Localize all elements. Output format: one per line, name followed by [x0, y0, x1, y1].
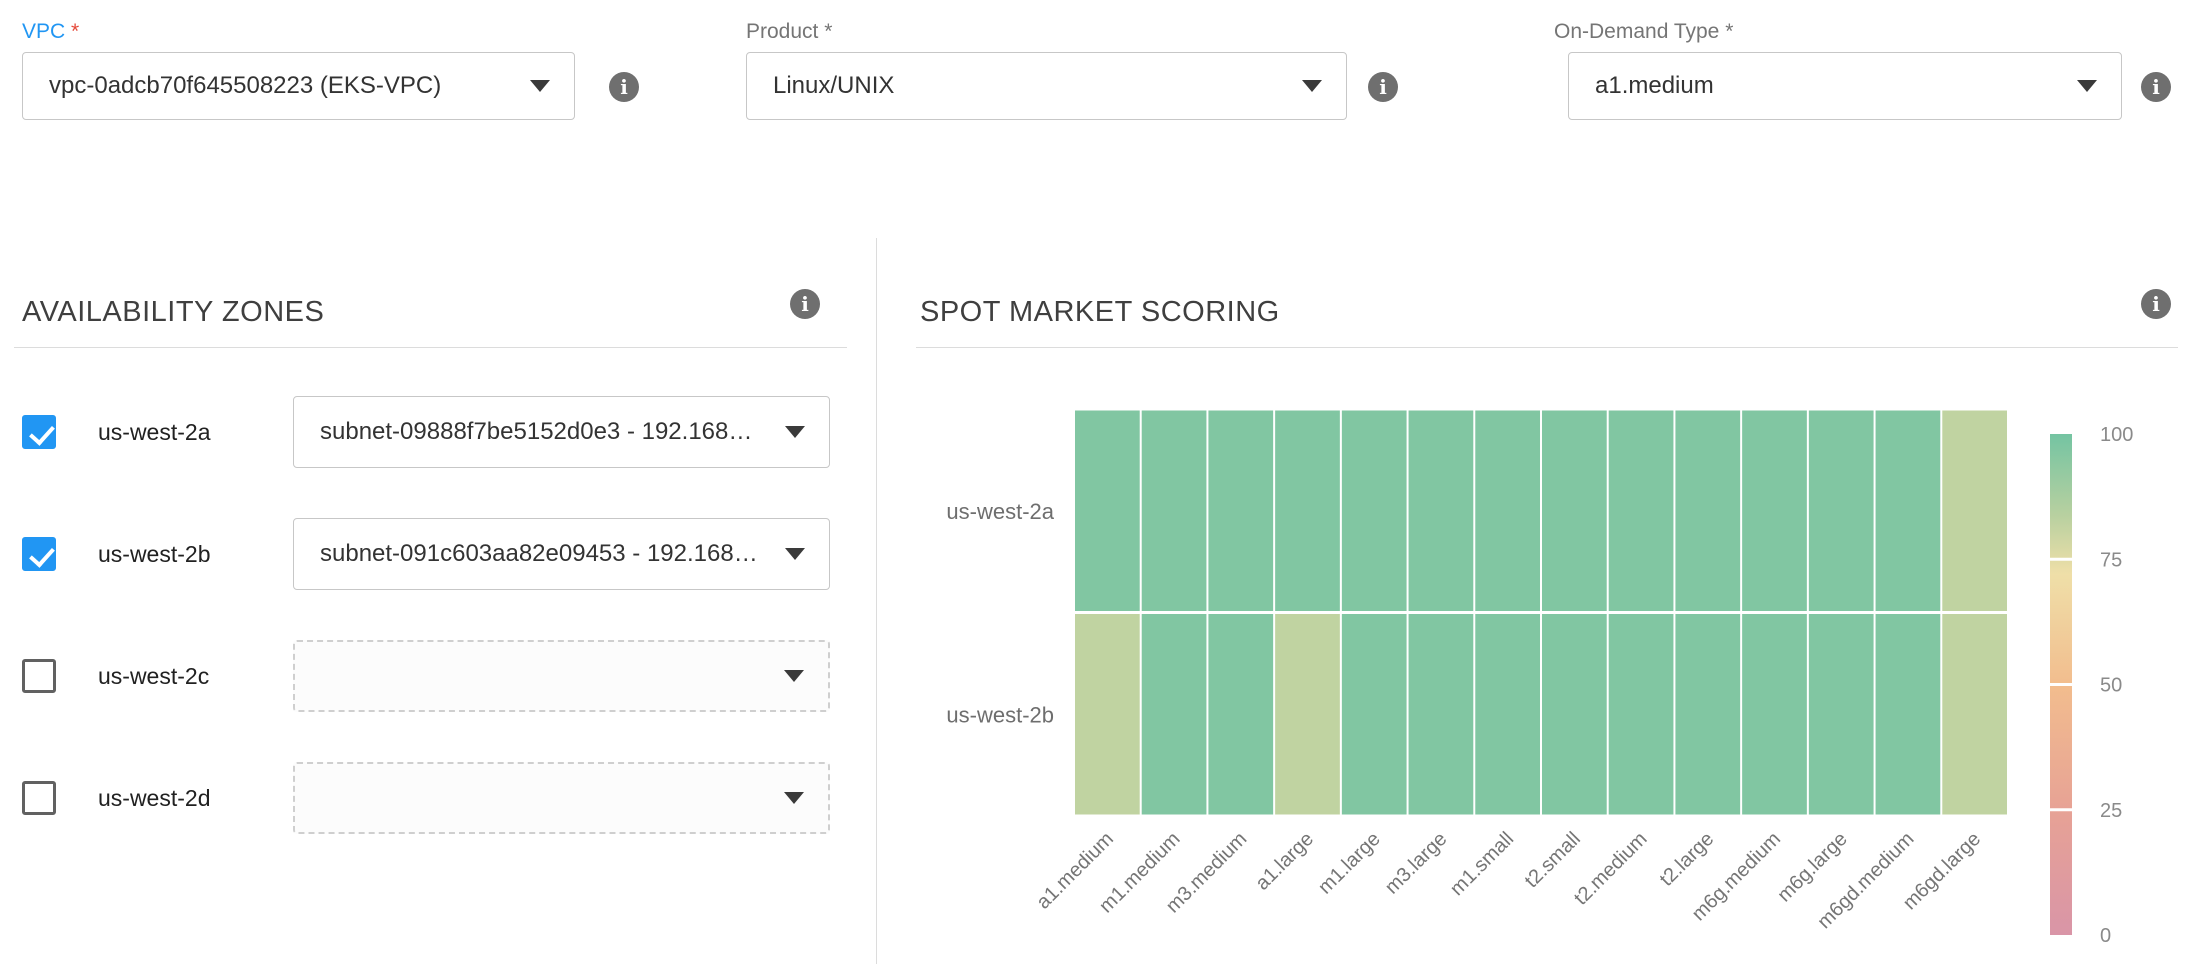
zone-checkbox[interactable]	[22, 537, 56, 571]
colorbar-gap	[2049, 558, 2073, 561]
colorbar-tick-label: 75	[2100, 549, 2122, 571]
subnet-select[interactable]	[293, 762, 830, 834]
heatmap-cell[interactable]	[1475, 411, 1540, 612]
info-icon[interactable]: i	[2141, 289, 2171, 319]
heatmap-cell[interactable]	[1942, 614, 2007, 815]
vpc-select-value: vpc-0adcb70f645508223 (EKS-VPC)	[49, 72, 453, 100]
chevron-down-icon	[784, 792, 804, 804]
subnet-select-value: subnet-09888f7be5152d0e3 - 192.168…	[320, 418, 764, 446]
heatmap-cell[interactable]	[1609, 411, 1674, 612]
heatmap-cell[interactable]	[1208, 411, 1273, 612]
on-demand-type-label: On-Demand Type *	[1554, 20, 1733, 44]
heatmap-cell[interactable]	[1809, 411, 1874, 612]
chevron-down-icon	[1302, 80, 1322, 92]
heatmap-y-label: us-west-2b	[946, 702, 1054, 727]
heatmap-x-label: t2.medium	[1570, 828, 1652, 910]
heatmap-cell[interactable]	[1742, 614, 1807, 815]
info-icon[interactable]: i	[609, 72, 639, 102]
colorbar-tick-label: 0	[2100, 925, 2111, 947]
heatmap-cell[interactable]	[1542, 614, 1607, 815]
heatmap-cell[interactable]	[1809, 614, 1874, 815]
chevron-down-icon	[784, 670, 804, 682]
heatmap-cell[interactable]	[1475, 614, 1540, 815]
heatmap-cell[interactable]	[1876, 614, 1941, 815]
heatmap-cell[interactable]	[1075, 614, 1140, 815]
vpc-select[interactable]: vpc-0adcb70f645508223 (EKS-VPC)	[22, 52, 575, 120]
az-row: us-west-2d	[22, 762, 852, 834]
subnet-select[interactable]	[293, 640, 830, 712]
heatmap-x-label: m3.large	[1381, 828, 1452, 899]
colorbar-gap	[2049, 683, 2073, 686]
vpc-label-text: VPC	[22, 20, 65, 43]
product-label: Product *	[746, 20, 832, 44]
chevron-down-icon	[785, 548, 805, 560]
zone-checkbox[interactable]	[22, 781, 56, 815]
zone-label: us-west-2d	[98, 762, 210, 834]
on-demand-type-label-text: On-Demand Type	[1554, 20, 1719, 43]
heatmap-cell[interactable]	[1542, 411, 1607, 612]
chevron-down-icon	[785, 426, 805, 438]
spot-market-title: SPOT MARKET SCORING	[920, 296, 1280, 329]
heatmap-cell[interactable]	[1409, 411, 1474, 612]
page: VPC * vpc-0adcb70f645508223 (EKS-VPC) i …	[0, 0, 2196, 964]
zone-label: us-west-2a	[98, 396, 210, 468]
heatmap-cell[interactable]	[1208, 614, 1273, 815]
heatmap-cell[interactable]	[1275, 411, 1340, 612]
spot-market-divider	[916, 347, 2178, 348]
zone-label: us-west-2b	[98, 518, 210, 590]
heatmap-cell[interactable]	[1609, 614, 1674, 815]
heatmap-cell[interactable]	[1942, 411, 2007, 612]
colorbar-tick-label: 50	[2100, 675, 2122, 697]
az-row: us-west-2a subnet-09888f7be5152d0e3 - 192…	[22, 396, 852, 468]
info-icon[interactable]: i	[1368, 72, 1398, 102]
heatmap-cell[interactable]	[1075, 411, 1140, 612]
az-rows: us-west-2a subnet-09888f7be5152d0e3 - 192…	[22, 396, 852, 916]
zone-checkbox[interactable]	[22, 659, 56, 693]
az-row: us-west-2c	[22, 640, 852, 712]
heatmap-cell[interactable]	[1675, 614, 1740, 815]
heatmap-cell[interactable]	[1742, 411, 1807, 612]
heatmap-cell[interactable]	[1275, 614, 1340, 815]
heatmap-cell[interactable]	[1342, 614, 1407, 815]
heatmap-x-label: a1.large	[1251, 828, 1318, 895]
heatmap-x-label: m1.small	[1446, 828, 1518, 900]
product-label-text: Product	[746, 20, 818, 43]
subnet-select-value: subnet-091c603aa82e09453 - 192.168…	[320, 540, 770, 568]
heatmap-x-label: t2.small	[1521, 828, 1585, 892]
product-required-mark: *	[824, 20, 832, 43]
vpc-label: VPC *	[22, 20, 79, 44]
vpc-required-mark: *	[71, 20, 79, 43]
heatmap-x-label: m1.large	[1314, 828, 1385, 899]
panel-divider	[876, 238, 877, 964]
zone-checkbox[interactable]	[22, 415, 56, 449]
heatmap-y-label: us-west-2a	[946, 499, 1054, 524]
info-icon[interactable]: i	[2141, 72, 2171, 102]
zone-label: us-west-2c	[98, 640, 209, 712]
colorbar-gap	[2049, 808, 2073, 811]
heatmap-cell[interactable]	[1675, 411, 1740, 612]
availability-zones-divider	[14, 347, 847, 348]
on-demand-type-select[interactable]: a1.medium	[1568, 52, 2122, 120]
subnet-select[interactable]: subnet-09888f7be5152d0e3 - 192.168…	[293, 396, 830, 468]
heatmap-cell[interactable]	[1342, 411, 1407, 612]
spot-heatmap-svg: us-west-2aus-west-2ba1.mediumm1.mediumm3…	[920, 380, 2196, 964]
subnet-select[interactable]: subnet-091c603aa82e09453 - 192.168…	[293, 518, 830, 590]
heatmap-cell[interactable]	[1142, 411, 1207, 612]
product-select[interactable]: Linux/UNIX	[746, 52, 1347, 120]
colorbar-tick-label: 25	[2100, 800, 2122, 822]
availability-zones-title: AVAILABILITY ZONES	[22, 296, 324, 329]
heatmap-cell[interactable]	[1409, 614, 1474, 815]
heatmap-x-label: t2.large	[1656, 828, 1719, 891]
heatmap-cell[interactable]	[1142, 614, 1207, 815]
colorbar-tick-label: 100	[2100, 424, 2133, 446]
on-demand-type-required-mark: *	[1725, 20, 1733, 43]
heatmap-cell[interactable]	[1876, 411, 1941, 612]
chevron-down-icon	[2077, 80, 2097, 92]
on-demand-type-select-value: a1.medium	[1595, 72, 1726, 100]
chevron-down-icon	[530, 80, 550, 92]
product-select-value: Linux/UNIX	[773, 72, 906, 100]
az-row: us-west-2b subnet-091c603aa82e09453 - 192…	[22, 518, 852, 590]
info-icon[interactable]: i	[790, 289, 820, 319]
